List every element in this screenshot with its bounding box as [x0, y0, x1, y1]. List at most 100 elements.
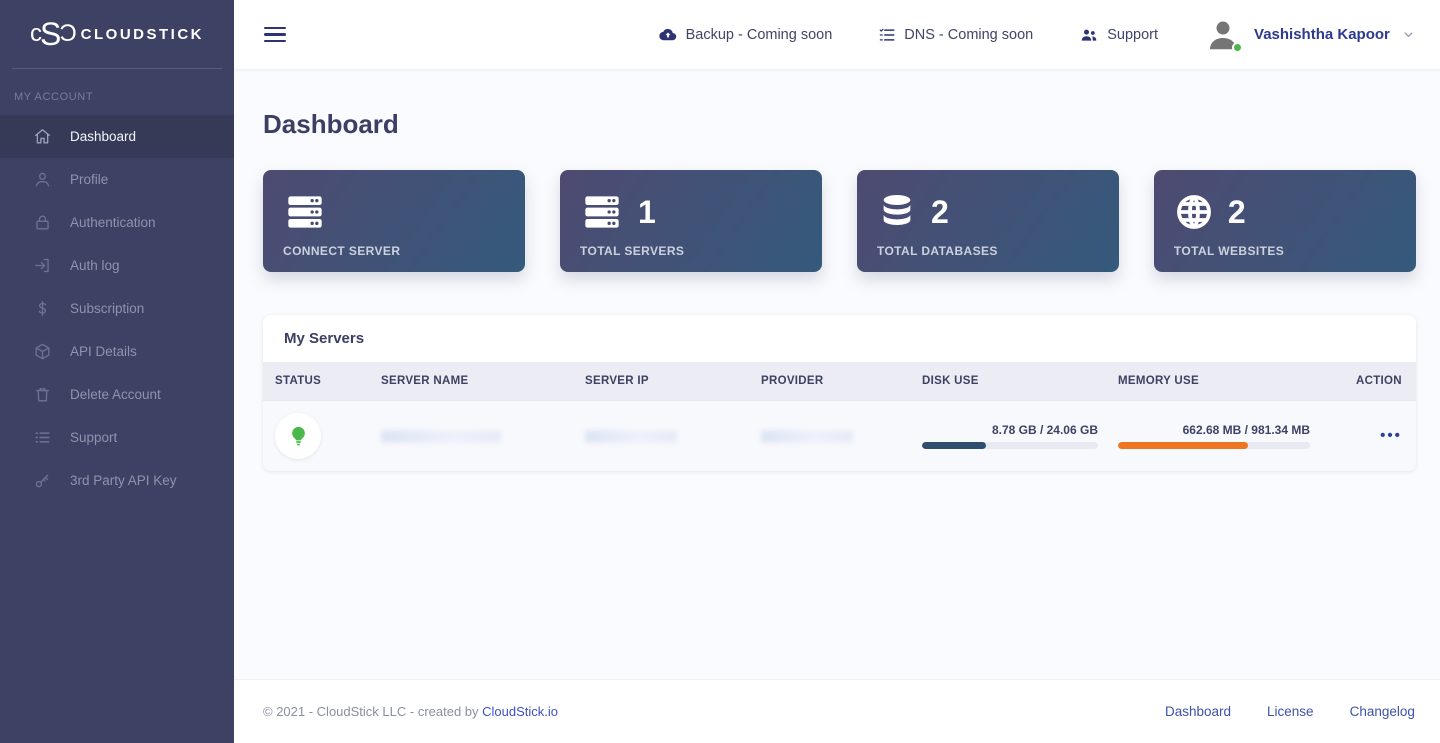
row-actions-button[interactable]: •••	[1380, 428, 1402, 443]
connect-server-card[interactable]: CONNECT SERVER	[263, 170, 525, 272]
sidebar-nav: Dashboard Profile Authentication Auth lo…	[0, 115, 234, 502]
redacted-server-ip	[585, 429, 677, 443]
sidebar-item-profile[interactable]: Profile	[0, 158, 234, 201]
sidebar-item-auth-log[interactable]: Auth log	[0, 244, 234, 287]
sidebar: cSƆ CLOUDSTICK MY ACCOUNT Dashboard Prof…	[0, 0, 234, 743]
logo-glyph: c	[29, 20, 42, 47]
total-servers-card[interactable]: 1 TOTAL SERVERS	[559, 170, 822, 272]
stat-cards: CONNECT SERVER 1 TOTAL SERVERS 2 TOTAL D…	[263, 170, 1416, 272]
support-menu-item[interactable]: Support	[1079, 25, 1158, 45]
sidebar-section-label: MY ACCOUNT	[14, 91, 94, 103]
chevron-down-icon	[1402, 28, 1415, 41]
my-servers-panel: My Servers STATUS SERVER NAME SERVER IP …	[263, 315, 1416, 471]
card-label: TOTAL DATABASES	[876, 244, 998, 258]
cloud-upload-icon	[658, 25, 678, 45]
brand-name: CLOUDSTICK	[80, 25, 204, 43]
logo-glyph: S	[39, 16, 61, 52]
topbar-right: Backup - Coming soon DNS - Coming soon S…	[658, 16, 1415, 54]
server-name-cell	[381, 429, 585, 443]
table-title: My Servers	[284, 330, 365, 347]
footer-links: Dashboard License Changelog	[1165, 704, 1415, 719]
online-status-dot	[1232, 41, 1244, 53]
table-header-row: STATUS SERVER NAME SERVER IP PROVIDER DI…	[263, 362, 1416, 400]
lock-icon	[32, 213, 52, 233]
login-icon	[32, 256, 52, 276]
page-title: Dashboard	[263, 109, 399, 139]
column-header-server-name: SERVER NAME	[381, 375, 469, 387]
brand-logo[interactable]: cSƆ CLOUDSTICK	[12, 0, 222, 69]
disk-use-bar	[922, 442, 1098, 449]
main-column: Backup - Coming soon DNS - Coming soon S…	[234, 0, 1440, 743]
redacted-server-name	[381, 429, 501, 443]
total-databases-card[interactable]: 2 TOTAL DATABASES	[856, 170, 1119, 272]
dns-menu-item[interactable]: DNS - Coming soon	[878, 26, 1033, 44]
support-label: Support	[1107, 26, 1159, 43]
sidebar-item-dashboard[interactable]: Dashboard	[0, 115, 234, 158]
copyright-text: © 2021 - CloudStick LLC - created by Clo…	[263, 704, 558, 719]
footer-link-license[interactable]: License	[1267, 704, 1314, 719]
users-icon	[1079, 25, 1099, 45]
sidebar-item-delete-account[interactable]: Delete Account	[0, 373, 234, 416]
memory-use-cell: 662.68 MB / 981.34 MB	[1118, 423, 1356, 449]
footer-link-changelog[interactable]: Changelog	[1350, 704, 1415, 719]
app-window: cSƆ CLOUDSTICK MY ACCOUNT Dashboard Prof…	[0, 0, 1440, 743]
dns-label: DNS - Coming soon	[904, 26, 1034, 43]
column-header-server-ip: SERVER IP	[585, 375, 649, 387]
top-header: Backup - Coming soon DNS - Coming soon S…	[234, 0, 1440, 69]
memory-use-value: 662.68 MB / 981.34 MB	[1182, 423, 1310, 437]
card-value: 2	[930, 194, 949, 230]
provider-cell	[761, 429, 922, 443]
copyright-prefix: © 2021 - CloudStick LLC - created by	[263, 704, 483, 719]
column-header-memory-use: MEMORY USE	[1118, 375, 1199, 387]
sidebar-item-3rd-party-api-key[interactable]: 3rd Party API Key	[0, 459, 234, 502]
key-icon	[32, 471, 52, 491]
home-icon	[32, 127, 52, 147]
user-name: Vashishtha Kapoor	[1254, 26, 1390, 43]
redacted-provider	[761, 429, 853, 443]
trash-icon	[32, 385, 52, 405]
globe-icon	[1174, 192, 1214, 232]
card-label: TOTAL SERVERS	[579, 244, 685, 258]
sidebar-item-label: Authentication	[70, 215, 156, 230]
sidebar-item-label: Subscription	[70, 301, 145, 316]
total-websites-card[interactable]: 2 TOTAL WEBSITES	[1153, 170, 1416, 272]
disk-use-cell: 8.78 GB / 24.06 GB	[922, 423, 1118, 449]
content-area: Dashboard CONNECT SERVER 1 TOTAL SERVERS…	[234, 69, 1440, 679]
card-label: CONNECT SERVER	[283, 244, 401, 258]
avatar	[1204, 16, 1244, 54]
hamburger-menu-icon[interactable]	[264, 26, 286, 43]
dns-list-icon	[878, 26, 896, 44]
memory-use-bar	[1118, 442, 1310, 449]
column-header-status: STATUS	[275, 375, 322, 387]
table-row: 8.78 GB / 24.06 GB 662.68 MB / 981.34 MB	[263, 400, 1416, 471]
sidebar-item-label: 3rd Party API Key	[70, 473, 177, 488]
user-menu[interactable]: Vashishtha Kapoor	[1204, 16, 1415, 54]
database-icon	[877, 192, 917, 232]
footer: © 2021 - CloudStick LLC - created by Clo…	[234, 679, 1440, 743]
card-value: 1	[637, 194, 656, 230]
cloudstick-logo-icon: cSƆ	[29, 16, 77, 52]
sidebar-item-label: Dashboard	[70, 129, 137, 144]
server-stack-icon	[580, 192, 624, 232]
sidebar-item-authentication[interactable]: Authentication	[0, 201, 234, 244]
sidebar-item-subscription[interactable]: Subscription	[0, 287, 234, 330]
list-icon	[32, 428, 52, 448]
backup-menu-item[interactable]: Backup - Coming soon	[658, 25, 833, 45]
sidebar-item-label: Profile	[70, 172, 109, 187]
sidebar-item-api-details[interactable]: API Details	[0, 330, 234, 373]
footer-link-dashboard[interactable]: Dashboard	[1165, 704, 1231, 719]
package-icon	[32, 342, 52, 362]
sidebar-item-label: Delete Account	[70, 387, 161, 402]
backup-label: Backup - Coming soon	[685, 26, 833, 43]
disk-use-bar-fill	[922, 442, 987, 449]
sidebar-item-label: Auth log	[70, 258, 120, 273]
sidebar-item-label: Support	[70, 430, 118, 445]
sidebar-item-support[interactable]: Support	[0, 416, 234, 459]
disk-use-value: 8.78 GB / 24.06 GB	[991, 423, 1098, 437]
cloudstick-io-link[interactable]: CloudStick.io	[482, 704, 558, 719]
server-stack-icon	[283, 192, 327, 232]
user-icon	[32, 170, 52, 190]
card-value: 2	[1227, 194, 1246, 230]
action-cell: •••	[1356, 427, 1402, 445]
sidebar-item-label: API Details	[70, 344, 137, 359]
